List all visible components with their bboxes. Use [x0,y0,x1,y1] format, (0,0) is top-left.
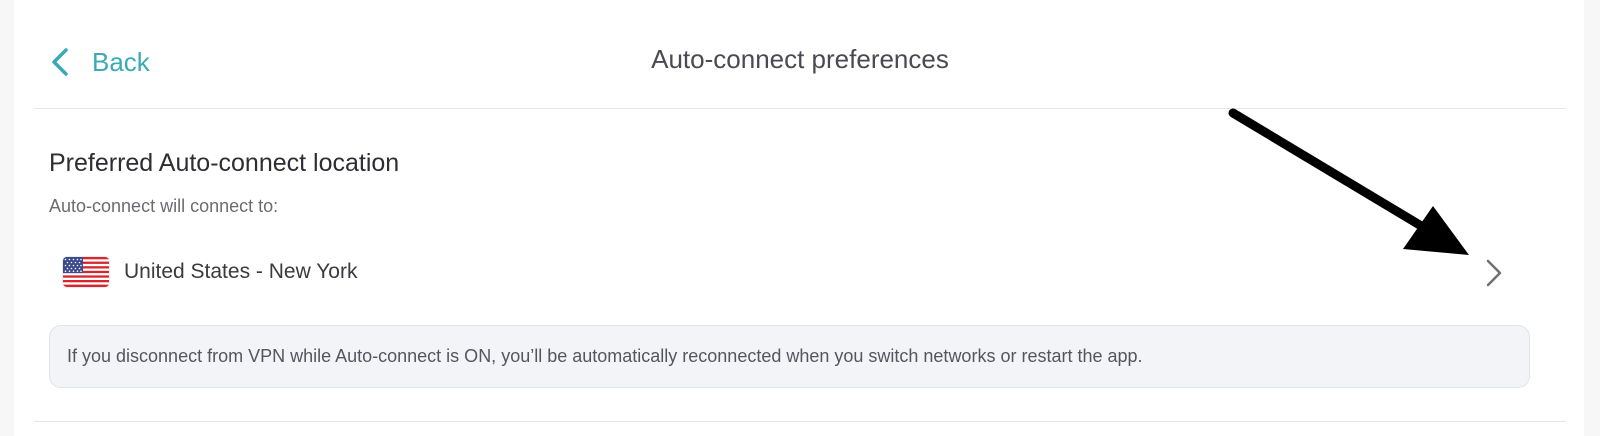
section-subtitle: Auto-connect will connect to: [49,196,279,216]
bottom-divider [34,421,1566,422]
right-scroll-area [1584,0,1600,436]
chevron-right-icon [1486,259,1502,287]
location-row[interactable]: United States - New York [34,238,1534,308]
left-edge [0,0,14,436]
us-flag-icon [63,257,109,287]
location-label: United States - New York [124,260,358,283]
header-bar: Back Auto-connect preferences [34,0,1566,109]
info-text: If you disconnect from VPN while Auto-co… [67,346,1143,366]
auto-connect-preferences-page: Back Auto-connect preferences Preferred … [0,0,1600,436]
info-box: If you disconnect from VPN while Auto-co… [49,325,1530,388]
section-title: Preferred Auto-connect location [49,149,400,177]
page-title: Auto-connect preferences [651,44,949,74]
